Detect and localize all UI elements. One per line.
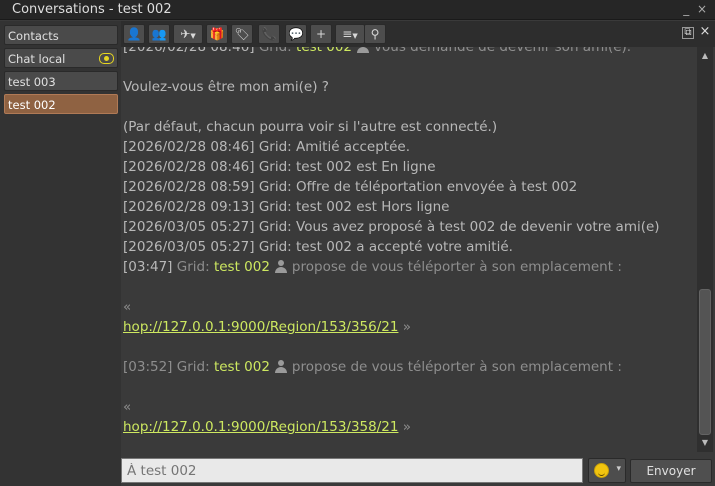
add-friend-button[interactable]: +	[310, 24, 332, 44]
close-conversation-icon[interactable]: ×	[699, 25, 711, 39]
chat-line-friend-request: [2026/02/28 08:46] Grid: test 002 vous de…	[123, 47, 631, 55]
chat-line-teleport-offer: [03:52] Grid: test 002 propose de vous té…	[123, 359, 622, 375]
timestamp: [2026/02/28 08:59]	[123, 179, 255, 195]
window-titlebar: Conversations - test 002 _ ×	[0, 0, 715, 20]
open-quote: «	[123, 299, 132, 315]
add-friend-icon: +	[315, 27, 327, 41]
chat-line-log: [2026/02/28 09:13] Grid: test 002 est Ho…	[123, 199, 449, 215]
people-icon: 👥	[151, 27, 167, 41]
message-text: propose de vous téléporter à son emplace…	[291, 359, 622, 375]
avatar-icon	[356, 47, 370, 53]
list-menu-button[interactable]: ≡▼	[335, 24, 365, 44]
tab-chat-local[interactable]: Chat local	[4, 48, 118, 68]
message-text: Grid: Amitié acceptée.	[258, 139, 410, 155]
sender-name[interactable]: test 002	[214, 359, 270, 375]
list-menu-icon: ≡	[342, 27, 353, 41]
scroll-thumb[interactable]	[699, 289, 711, 435]
teleport-link[interactable]: hop://127.0.0.1:9000/Region/153/358/21	[123, 419, 398, 435]
avatar-icon	[274, 359, 288, 373]
gift-icon: 🎁	[209, 27, 225, 41]
call-icon: 📞	[261, 27, 277, 41]
profile-button[interactable]: 👤	[123, 24, 145, 44]
profile-icon: 👤	[126, 27, 142, 41]
chat-line-teleport-link: hop://127.0.0.1:9000/Region/153/356/21 »	[123, 319, 411, 335]
voice-icon	[99, 53, 114, 64]
open-quote: «	[123, 399, 132, 415]
close-quote: »	[402, 419, 412, 435]
teleport-icon: ✈	[180, 27, 191, 41]
system-prefix: Grid:	[258, 47, 292, 55]
timestamp: [2026/03/05 05:27]	[123, 219, 255, 235]
tag-icon: 🏷	[234, 27, 250, 41]
tab-contacts[interactable]: Contacts	[4, 25, 118, 45]
chat-line-log: [2026/02/28 08:46] Grid: test 002 est En…	[123, 159, 436, 175]
message-text: Grid: test 002 est En ligne	[258, 159, 436, 175]
chat-line-note: (Par défaut, chacun pourra voir si l'aut…	[123, 119, 498, 135]
window-controls: _ ×	[683, 2, 707, 16]
timestamp: [2026/02/28 08:46]	[123, 47, 255, 55]
sender-name[interactable]: test 002	[214, 259, 270, 275]
send-button[interactable]: Envoyer	[630, 459, 712, 483]
message-text: Grid: test 002 a accepté votre amitié.	[258, 239, 513, 255]
timestamp: [2026/02/28 08:46]	[123, 159, 255, 175]
timestamp: [03:52]	[123, 359, 173, 375]
timestamp: [2026/03/05 05:27]	[123, 239, 255, 255]
call-button[interactable]: 📞	[258, 24, 280, 44]
message-input[interactable]	[121, 458, 583, 483]
teleport-button[interactable]: ✈▼	[173, 24, 203, 44]
avatar-icon	[274, 259, 288, 273]
smiley-icon	[594, 463, 609, 478]
chat-line-question: Voulez-vous être mon ami(e) ?	[123, 79, 329, 95]
timestamp: [03:47]	[123, 259, 173, 275]
close-quote: »	[402, 319, 412, 335]
chat-line-teleport-link: hop://127.0.0.1:9000/Region/153/358/21 »	[123, 419, 411, 435]
tab-test-003[interactable]: test 003	[4, 71, 118, 91]
chat-bubble-button[interactable]: 💬	[285, 24, 307, 44]
system-prefix: Grid:	[176, 359, 210, 375]
people-button[interactable]: 👥	[148, 24, 170, 44]
transcript-scrollbar[interactable]: ▲ ▼	[697, 47, 713, 452]
message-text: Grid: test 002 est Hors ligne	[258, 199, 450, 215]
scroll-down-icon[interactable]: ▼	[697, 436, 713, 450]
chat-line-log: [2026/02/28 08:46] Grid: Amitié acceptée…	[123, 139, 410, 155]
message-text: Grid: Vous avez proposé à test 002 de de…	[258, 219, 660, 235]
tab-label: test 002	[8, 98, 56, 112]
emoji-button[interactable]: ▾	[588, 458, 626, 483]
chat-transcript[interactable]: [2026/02/28 08:46] Grid: test 002 vous de…	[121, 47, 694, 452]
gift-button[interactable]: 🎁	[206, 24, 228, 44]
message-text: vous demande de devenir son ami(e).	[374, 47, 632, 55]
message-text: Grid: Offre de téléportation envoyée à t…	[258, 179, 578, 195]
window-title: Conversations - test 002	[12, 2, 172, 17]
chat-line-teleport-offer: [03:47] Grid: test 002 propose de vous té…	[123, 259, 622, 275]
timestamp: [2026/02/28 09:13]	[123, 199, 255, 215]
search-icon: ⚲	[370, 27, 380, 41]
scroll-up-icon[interactable]: ▲	[697, 49, 713, 63]
chevron-down-icon: ▼	[190, 32, 196, 40]
tab-label: test 003	[8, 75, 56, 89]
teleport-link[interactable]: hop://127.0.0.1:9000/Region/153/356/21	[123, 319, 398, 335]
close-window-icon[interactable]: ×	[697, 2, 707, 16]
sender-name[interactable]: test 002	[296, 47, 352, 55]
tag-button[interactable]: 🏷	[231, 24, 253, 44]
minimize-icon[interactable]: _	[683, 2, 689, 16]
tab-test-002[interactable]: test 002	[4, 94, 118, 114]
conversation-sidebar: Contacts Chat local test 003 test 002	[0, 21, 121, 486]
popout-icon[interactable]: ⧉	[682, 27, 694, 39]
chevron-down-icon: ▾	[616, 464, 621, 474]
timestamp: [2026/02/28 08:46]	[123, 139, 255, 155]
tab-label: Chat local	[8, 52, 66, 66]
chat-line-log: [2026/02/28 08:59] Grid: Offre de télépo…	[123, 179, 577, 195]
message-text: propose de vous téléporter à son emplace…	[291, 259, 622, 275]
chevron-down-icon: ▼	[352, 32, 358, 40]
chat-line-log: [2026/03/05 05:27] Grid: test 002 a acce…	[123, 239, 513, 255]
search-button[interactable]: ⚲	[364, 24, 386, 44]
tab-label: Contacts	[8, 29, 59, 43]
conversation-toolbar: 👤 👥 ✈▼ 🎁 🏷 📞 💬 + ≡▼ ⚲ ⧉ ×	[121, 21, 715, 47]
chat-bubble-icon: 💬	[288, 27, 304, 41]
system-prefix: Grid:	[176, 259, 210, 275]
chat-line-log: [2026/03/05 05:27] Grid: Vous avez propo…	[123, 219, 660, 235]
